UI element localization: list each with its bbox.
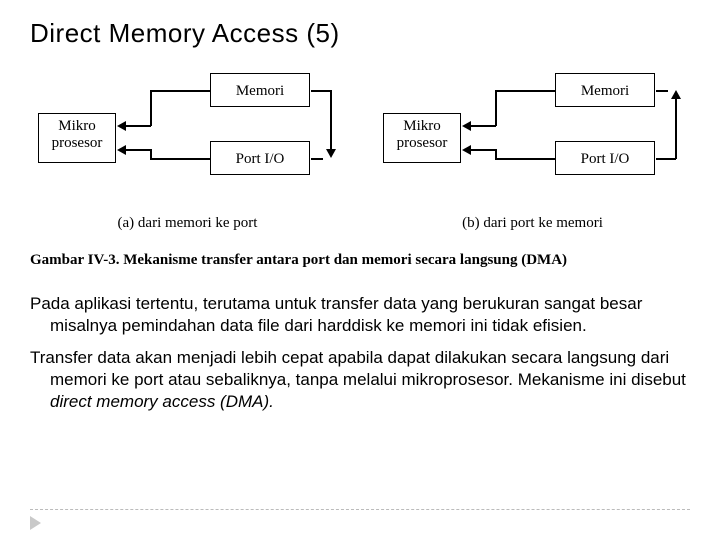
- box-memori-b: Memori: [555, 73, 655, 107]
- paragraph-2-emph: direct memory access (DMA).: [50, 392, 274, 411]
- box-memori-a: Memori: [210, 73, 310, 107]
- figure-caption: Gambar IV-3. Mekanisme transfer antara p…: [30, 252, 690, 269]
- caption-a: (a) dari memori ke port: [30, 215, 345, 232]
- footer-arrow-icon: [30, 516, 41, 530]
- caption-b: (b) dari port ke memori: [375, 215, 690, 232]
- box-microprocessor-b: Mikro prosesor: [383, 113, 461, 163]
- figure-b: Mikro prosesor Memori Port I/O (b) dari …: [375, 69, 690, 232]
- box-port-b: Port I/O: [555, 141, 655, 175]
- paragraph-1: Pada aplikasi tertentu, terutama untuk t…: [30, 293, 690, 337]
- box-microprocessor-a: Mikro prosesor: [38, 113, 116, 163]
- page-title: Direct Memory Access (5): [30, 18, 690, 49]
- figure-row: Mikro prosesor Memori Port I/O (a) dari …: [30, 69, 690, 232]
- paragraph-2a: Transfer data akan menjadi lebih cepat a…: [30, 348, 686, 389]
- paragraph-2: Transfer data akan menjadi lebih cepat a…: [30, 347, 690, 413]
- figure-a: Mikro prosesor Memori Port I/O (a) dari …: [30, 69, 345, 232]
- footer-divider: [30, 509, 690, 510]
- box-port-a: Port I/O: [210, 141, 310, 175]
